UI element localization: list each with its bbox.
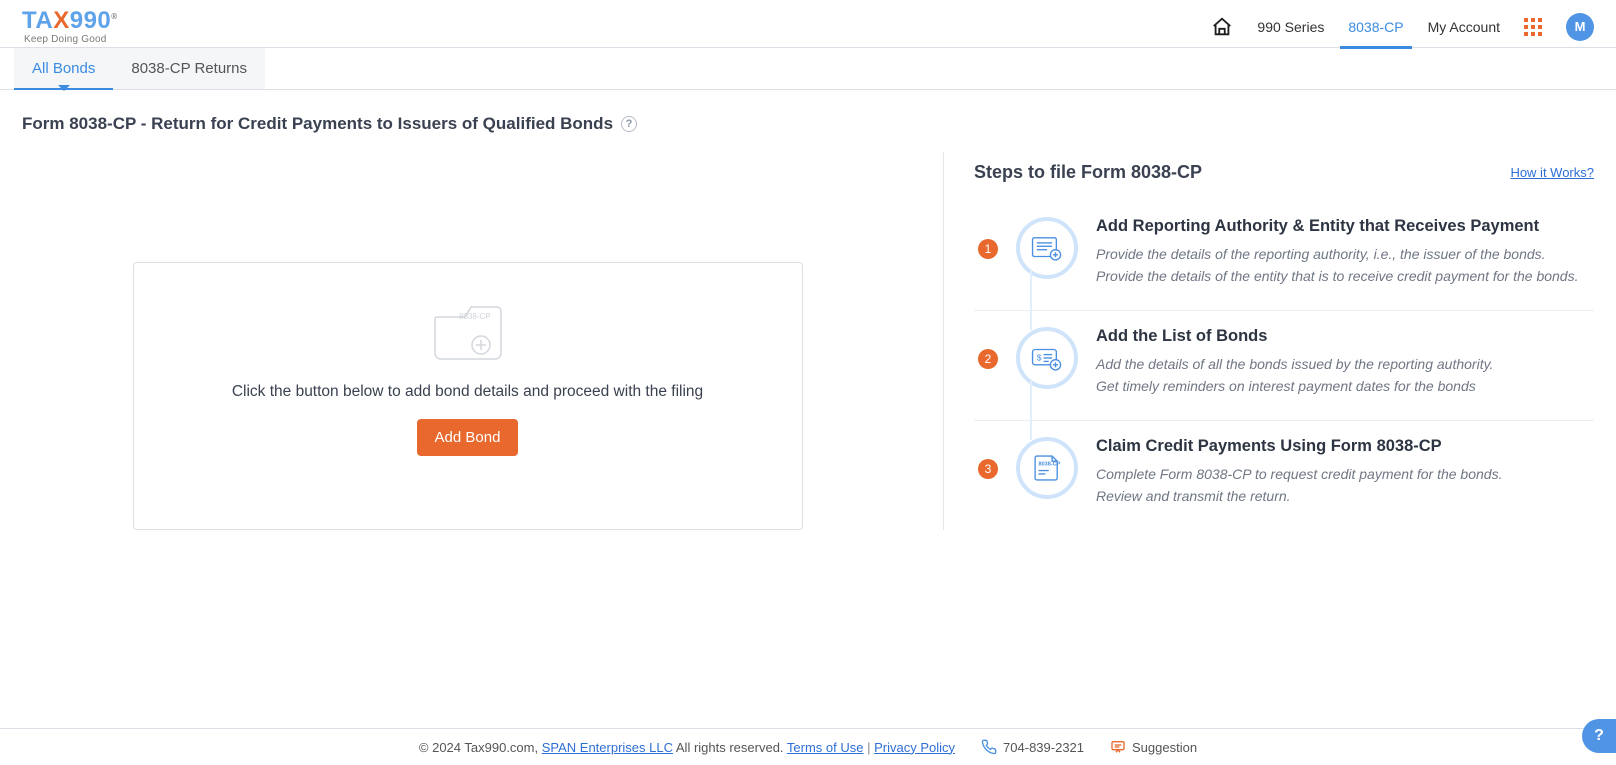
nav-990-series[interactable]: 990 Series [1257, 19, 1324, 49]
tab-8038cp-returns[interactable]: 8038-CP Returns [113, 48, 265, 89]
form-doc-icon: 8038-CP [1016, 437, 1078, 499]
step-title-3: Claim Credit Payments Using Form 8038-CP [1096, 437, 1502, 456]
suggestion-icon [1110, 739, 1126, 755]
bond-list-icon: $ [1016, 327, 1078, 389]
empty-state-card: 8038-CP Click the button below to add bo… [133, 262, 803, 530]
step-line-2b: Get timely reminders on interest payment… [1096, 378, 1493, 394]
vertical-divider [943, 152, 944, 530]
step-line-3a: Complete Form 8038-CP to request credit … [1096, 466, 1502, 482]
step-line-2a: Add the details of all the bonds issued … [1096, 356, 1493, 372]
footer-span-link[interactable]: SPAN Enterprises LLC [542, 740, 673, 755]
step-line-1b: Provide the details of the entity that i… [1096, 268, 1579, 284]
step-line-1a: Provide the details of the reporting aut… [1096, 246, 1579, 262]
footer-copyright: © 2024 Tax990.com, SPAN Enterprises LLC … [419, 740, 955, 755]
step-line-3b: Review and transmit the return. [1096, 488, 1502, 504]
footer-privacy-link[interactable]: Privacy Policy [874, 740, 955, 755]
step-title-1: Add Reporting Authority & Entity that Re… [1096, 217, 1579, 236]
building-add-icon [1016, 217, 1078, 279]
apps-grid-icon[interactable] [1524, 18, 1542, 36]
phone-icon [981, 739, 997, 755]
steps-title: Steps to file Form 8038-CP [974, 162, 1202, 183]
app-header: TAX990® Keep Doing Good 990 Series 8038-… [0, 0, 1616, 48]
home-icon[interactable] [1211, 16, 1233, 38]
footer: © 2024 Tax990.com, SPAN Enterprises LLC … [0, 728, 1616, 765]
nav-8038-cp[interactable]: 8038-CP [1348, 19, 1403, 49]
svg-text:$: $ [1037, 353, 1042, 363]
add-bond-button[interactable]: Add Bond [417, 419, 519, 456]
folder-add-icon: 8038-CP [433, 299, 503, 361]
step-number-3: 3 [978, 459, 998, 479]
step-number-1: 1 [978, 239, 998, 259]
step-row-3: 3 8038-CP Claim Credit Payments Using Fo… [974, 421, 1594, 530]
step-title-2: Add the List of Bonds [1096, 327, 1493, 346]
help-icon[interactable]: ? [621, 116, 637, 132]
page-title: Form 8038-CP - Return for Credit Payment… [22, 114, 613, 134]
step-row-1: 1 Add Reporting Authority & Entity that … [974, 201, 1594, 311]
help-fab[interactable]: ? [1582, 719, 1616, 753]
footer-terms-link[interactable]: Terms of Use [787, 740, 864, 755]
svg-text:8038-CP: 8038-CP [1039, 461, 1061, 467]
logo-tagline: Keep Doing Good [24, 35, 118, 45]
footer-suggestion[interactable]: Suggestion [1110, 739, 1197, 755]
tabs-row: All Bonds 8038-CP Returns [0, 48, 1616, 90]
step-row-2: 2 $ Add the List of Bonds Add the detail… [974, 311, 1594, 421]
how-it-works-link[interactable]: How it Works? [1510, 165, 1594, 180]
svg-text:8038-CP: 8038-CP [459, 312, 491, 321]
logo[interactable]: TAX990® Keep Doing Good [22, 9, 118, 45]
footer-phone[interactable]: 704-839-2321 [981, 739, 1084, 755]
empty-state-text: Click the button below to add bond detai… [232, 383, 703, 401]
header-nav: 990 Series 8038-CP My Account M [1211, 5, 1594, 49]
tab-all-bonds[interactable]: All Bonds [14, 48, 113, 89]
step-number-2: 2 [978, 349, 998, 369]
nav-my-account[interactable]: My Account [1428, 19, 1500, 49]
user-avatar[interactable]: M [1566, 13, 1594, 41]
steps-panel: Steps to file Form 8038-CP How it Works?… [974, 152, 1594, 530]
